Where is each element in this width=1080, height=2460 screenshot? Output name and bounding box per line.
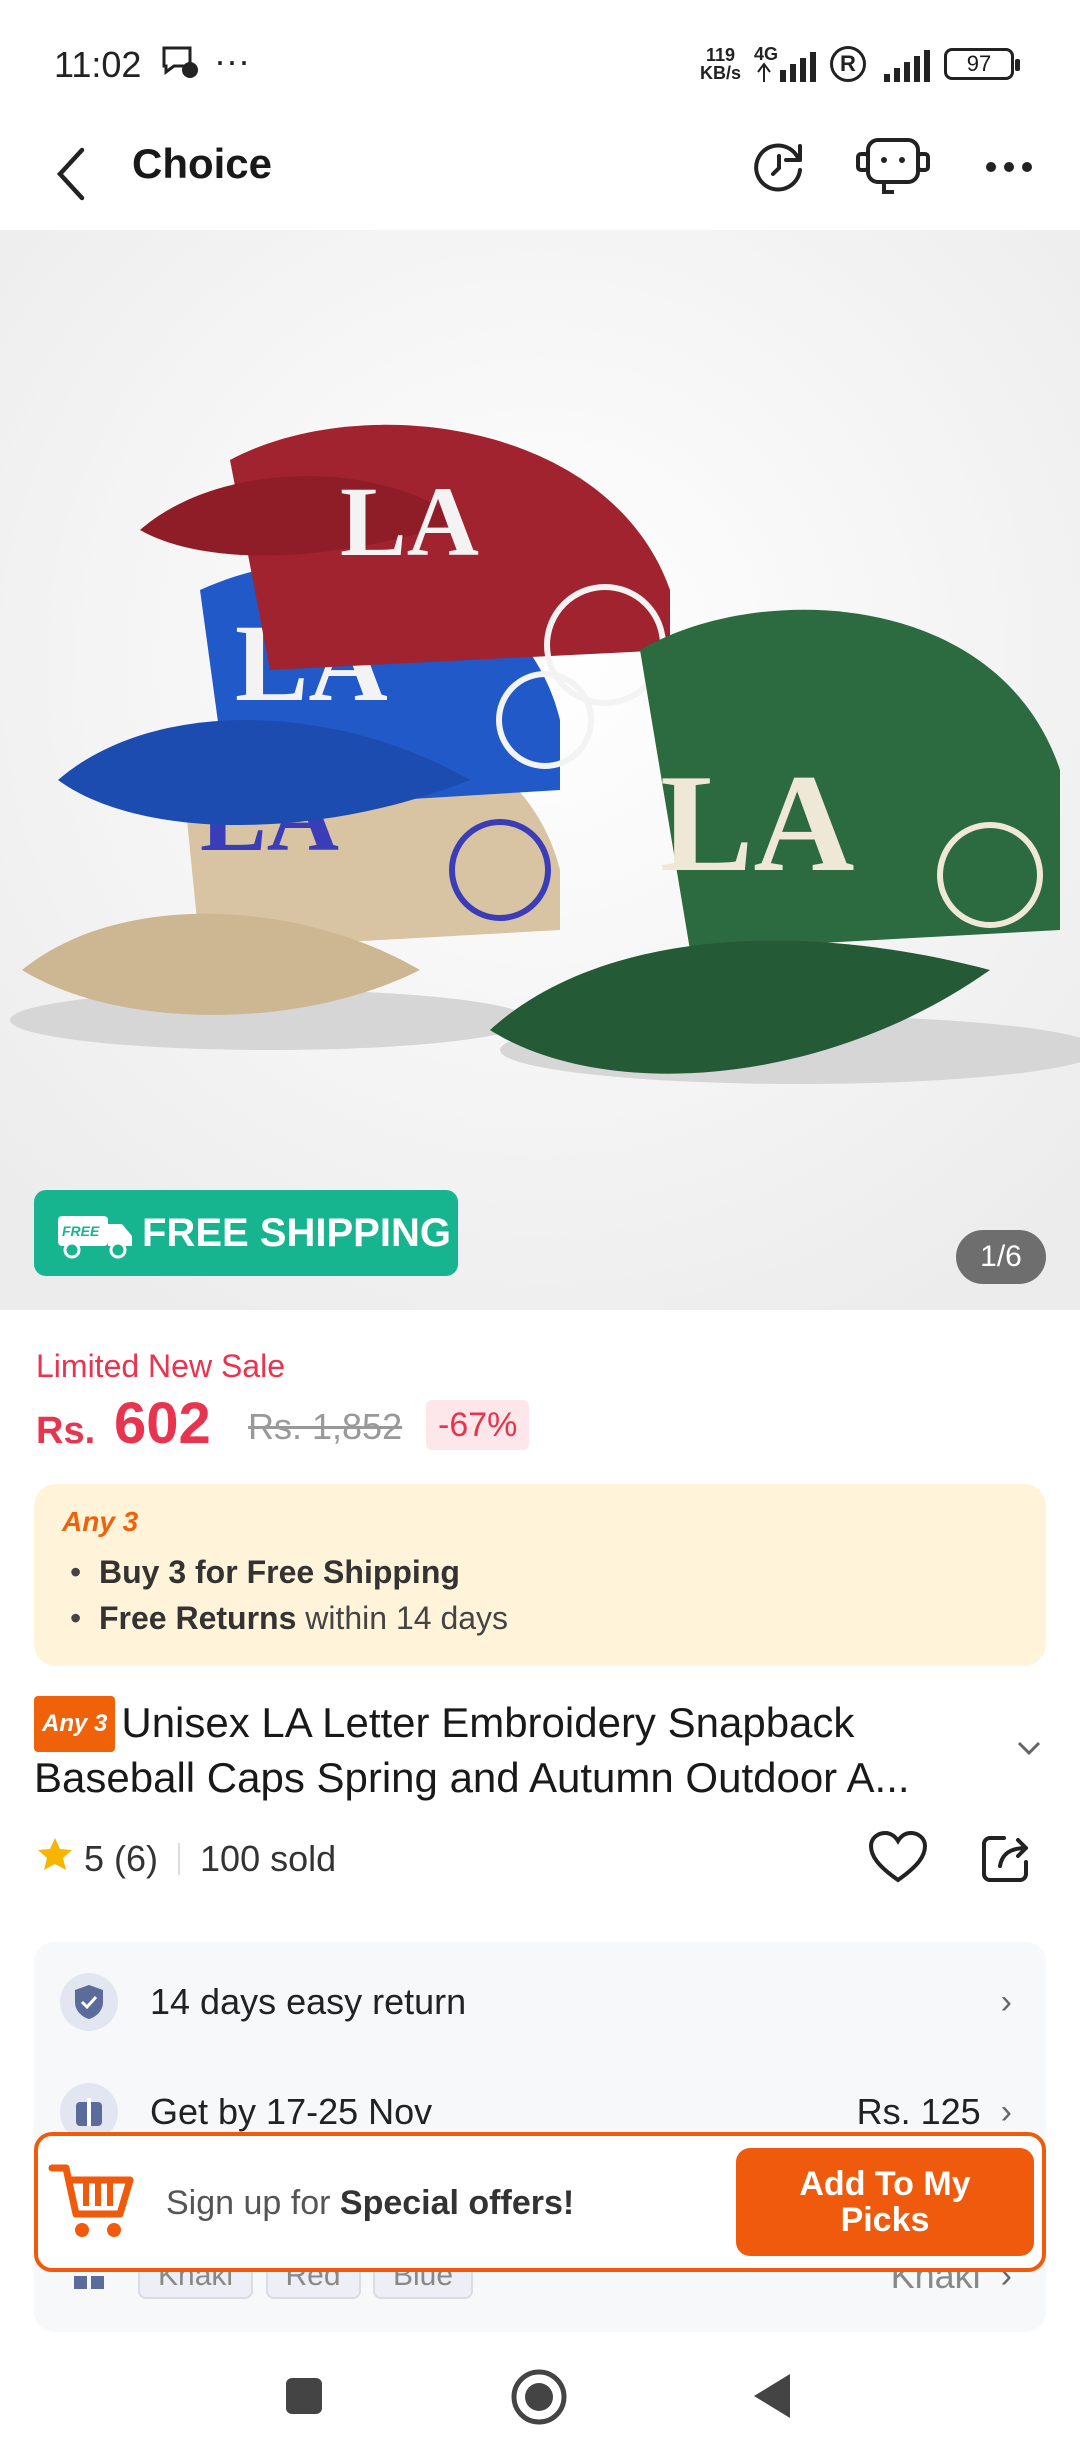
product-image-gallery[interactable]: LA LA LA LA [0,230,1080,1310]
history-icon[interactable] [750,138,808,201]
promo-line-2-bold: Free Returns [98,1600,297,1636]
chevron-right-icon: › [1000,1982,1012,2021]
price-currency: Rs. [36,1410,96,1452]
status-time: 11:02 [54,44,142,85]
promo-line-1: • Buy 3 for Free Shipping [70,1554,460,1591]
original-price: Rs. 1,852 [248,1406,403,1447]
network-speed: 119 KB/s [700,46,741,82]
chat-notification-icon [160,44,200,85]
chevron-right-icon: › [1000,2092,1012,2131]
cart-icon [48,2158,138,2249]
promo-tag: Any 3 [62,1506,139,1537]
page-title: Choice [132,140,273,187]
signup-banner: Sign up for Special offers! Add To My Pi… [34,2132,1046,2272]
promo-line-1-text: Buy 3 for Free Shipping [98,1554,460,1590]
discount-badge: -67% [426,1400,530,1450]
title-tag: Any 3 [34,1696,116,1752]
signup-bold: Special offers! [339,2184,575,2222]
free-badge-text: FREE [62,1223,100,1239]
share-icon[interactable] [978,1830,1034,1891]
return-policy-row[interactable]: 14 days easy return › [34,1952,1046,2052]
current-price: 602 [114,1391,211,1456]
rating-row[interactable]: 5 (6) 100 sold [36,1836,336,1881]
product-title-text: Unisex LA Letter Embroidery Snapback Bas… [34,1699,910,1801]
status-bar: 11:02 ··· 119 KB/s 4G R 97 [0,0,1080,130]
delivery-truck-icon: FREE [48,1208,136,1270]
promo-line-2: • Free Returns within 14 days [70,1600,508,1637]
bullet: • [70,1554,99,1590]
image-counter: 1/6 [956,1230,1046,1284]
divider [178,1842,181,1875]
product-title[interactable]: Any 3 Unisex LA Letter Embroidery Snapbac… [34,1696,994,1804]
shield-check-icon [60,1973,118,2031]
delivery-text: Get by 17-25 Nov [150,2091,433,2132]
recents-icon[interactable] [284,2376,324,2421]
battery-level: 97 [966,51,992,76]
add-to-my-picks-button[interactable]: Add To My Picks [736,2148,1034,2256]
return-policy-text: 14 days easy return [150,1981,467,2022]
cap-text-red: LA [340,466,479,577]
signal-icon [754,50,820,87]
roaming-label: R [840,51,856,76]
back-nav-icon[interactable] [752,2372,792,2425]
product-image: LA LA LA LA [0,230,1080,1310]
cap-text-green: LA [660,746,854,901]
back-icon[interactable] [52,144,92,209]
roaming-icon: R [830,46,866,82]
sold-count: 100 sold [200,1837,337,1879]
home-icon[interactable] [510,2368,568,2431]
bullet: • [70,1600,99,1636]
promo-box[interactable]: Any 3 • Buy 3 for Free Shipping • Free R… [34,1484,1046,1666]
sale-label: Limited New Sale [36,1348,285,1384]
signup-prefix: Sign up for [166,2184,340,2222]
expand-title-icon[interactable] [1016,1740,1042,1761]
free-shipping-badge: FREE FREE SHIPPING [34,1190,458,1276]
customer-service-icon[interactable] [856,132,930,205]
add-to-my-picks-label: Add To My Picks [799,2165,971,2239]
free-shipping-label: FREE SHIPPING [142,1210,451,1255]
system-nav-bar [0,2340,1080,2460]
speed-unit: KB/s [700,63,742,83]
promo-line-2-rest: within 14 days [296,1600,509,1636]
more-options-icon[interactable] [984,160,1034,179]
status-more: ··· [214,40,250,81]
signup-text: Sign up for Special offers! [166,2184,574,2223]
review-count: (6) [114,1837,159,1879]
star-icon [36,1836,74,1881]
rating-value: 5 [84,1837,105,1879]
battery-icon: 97 [944,48,1020,80]
speed-value: 119 [705,45,736,65]
signal-icon-2 [882,50,932,87]
wishlist-heart-icon[interactable] [868,1830,928,1889]
delivery-cost: Rs. 125 [856,2091,981,2132]
